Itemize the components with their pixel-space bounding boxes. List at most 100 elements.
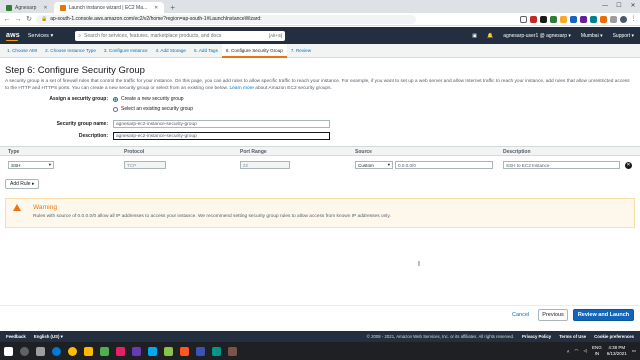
close-window-icon[interactable]: ✕ bbox=[626, 0, 640, 13]
star-icon[interactable] bbox=[520, 15, 527, 23]
extension-icon[interactable] bbox=[560, 15, 567, 23]
rule-type-select[interactable]: SSH ▾ bbox=[8, 161, 54, 169]
app-icon[interactable] bbox=[116, 346, 125, 356]
step-choose-instance-type[interactable]: 2. Choose Instance Type bbox=[41, 44, 100, 58]
nav-right: ▣ 🔔 agnesarp-user1 @ agnesarp ▾ Mumbai ▾… bbox=[472, 33, 634, 39]
table-row: SSH ▾ TCP 22 Custom ▾ 0.0.0.0/0 SSH to E… bbox=[0, 158, 640, 171]
url-field[interactable]: 🔒 ap-south-1.console.aws.amazon.com/ec2/… bbox=[36, 14, 416, 24]
feedback-link[interactable]: Feedback bbox=[6, 334, 26, 339]
tab-label: Launch instance wizard | EC2 Ma... bbox=[68, 4, 148, 11]
maximize-icon[interactable]: ☐ bbox=[612, 0, 626, 13]
support-menu[interactable]: Support ▾ bbox=[613, 33, 634, 39]
chrome-icon[interactable] bbox=[68, 346, 77, 356]
review-and-launch-button[interactable]: Review and Launch bbox=[573, 309, 634, 321]
wifi-icon[interactable]: ◠ bbox=[575, 348, 579, 354]
security-group-name-input[interactable]: agnesarp-ec2-instance-security-group bbox=[113, 120, 330, 128]
page-title: Step 6: Configure Security Group bbox=[5, 65, 145, 76]
tab-favicon-icon bbox=[59, 4, 66, 11]
windows-start-icon[interactable] bbox=[4, 346, 13, 356]
services-menu[interactable]: Services ▾ bbox=[28, 33, 53, 39]
search-icon[interactable] bbox=[20, 346, 29, 356]
radio-select-existing[interactable] bbox=[113, 106, 118, 112]
extension-icon[interactable] bbox=[530, 15, 537, 23]
privacy-policy-link[interactable]: Privacy Policy bbox=[522, 334, 551, 339]
notifications-icon[interactable]: 🔔 bbox=[487, 33, 493, 39]
step-choose-ami[interactable]: 1. Choose AMI bbox=[3, 44, 41, 58]
delete-rule-icon[interactable]: ✕ bbox=[625, 162, 632, 169]
cancel-button[interactable]: Cancel bbox=[512, 312, 529, 318]
rule-description-input[interactable]: SSH to EC2 Instance bbox=[503, 161, 620, 169]
notification-center-icon[interactable]: ▭ bbox=[632, 348, 636, 354]
app-icon[interactable] bbox=[148, 346, 157, 356]
back-icon[interactable]: ← bbox=[3, 16, 11, 23]
step-review[interactable]: 7. Review bbox=[287, 44, 315, 58]
radio-create-new-label[interactable]: Create a new security group bbox=[121, 96, 184, 102]
edge-icon[interactable] bbox=[52, 346, 61, 356]
app-icon[interactable] bbox=[100, 346, 109, 356]
col-type: Type bbox=[8, 149, 20, 155]
region-menu[interactable]: Mumbai ▾ bbox=[581, 33, 603, 39]
extension-icon[interactable] bbox=[580, 15, 587, 23]
file-explorer-icon[interactable] bbox=[84, 346, 93, 356]
add-rule-button[interactable]: Add Rule ▸ bbox=[5, 179, 40, 189]
search-placeholder: Search for services, features, marketpla… bbox=[84, 32, 222, 39]
profile-avatar-icon[interactable] bbox=[620, 15, 627, 23]
cloudshell-icon[interactable]: ▣ bbox=[472, 33, 477, 39]
global-search[interactable]: ⌕ Search for services, features, marketp… bbox=[75, 30, 286, 41]
app-icon[interactable] bbox=[212, 346, 221, 356]
forward-icon[interactable]: → bbox=[14, 16, 22, 23]
main-content: Step 6: Configure Security Group A secur… bbox=[0, 58, 640, 330]
learn-more-link[interactable]: Learn more bbox=[229, 86, 254, 91]
system-tray: ˄ ◠ ◁ ENG IN 4:38 PM 6/13/2021 ▭ bbox=[567, 345, 636, 357]
lang-code: ENG bbox=[591, 345, 602, 350]
close-tab-icon[interactable]: ✕ bbox=[154, 5, 158, 11]
language-selector[interactable]: English (US) ▾ bbox=[34, 334, 63, 340]
radio-select-existing-label[interactable]: Select an existing security group bbox=[121, 106, 193, 112]
security-group-description-input[interactable]: agnesarp-ec2-instance-security-group bbox=[113, 132, 330, 140]
previous-button[interactable]: Previous bbox=[538, 309, 568, 321]
app-icon[interactable] bbox=[180, 346, 189, 356]
extension-icon[interactable] bbox=[540, 15, 547, 23]
col-source: Source bbox=[355, 149, 372, 155]
menu-dots-icon[interactable]: ⋮ bbox=[630, 15, 637, 23]
app-icon[interactable] bbox=[164, 346, 173, 356]
aws-logo[interactable]: aws bbox=[6, 32, 20, 41]
app-icon[interactable] bbox=[228, 346, 237, 356]
step-configure-security-group[interactable]: 6. Configure Security Group bbox=[221, 43, 287, 58]
new-tab-button[interactable]: + bbox=[164, 2, 181, 13]
account-menu[interactable]: agnesarp-user1 @ agnesarp ▾ bbox=[503, 33, 571, 39]
minimize-icon[interactable]: — bbox=[598, 0, 612, 13]
console-footer: Feedback English (US) ▾ © 2008 - 2021, A… bbox=[0, 331, 640, 342]
puzzle-icon[interactable] bbox=[610, 15, 617, 23]
rule-type-value: SSH bbox=[11, 162, 21, 168]
browser-tab-active[interactable]: Launch instance wizard | EC2 Ma... ✕ bbox=[53, 2, 165, 13]
page-description: A security group is a set of firewall ru… bbox=[5, 78, 635, 92]
warning-text: Rules with source of 0.0.0.0/0 allow all… bbox=[33, 214, 391, 219]
terms-of-use-link[interactable]: Terms of Use bbox=[559, 334, 586, 339]
step-configure-instance[interactable]: 3. Configure Instance bbox=[100, 44, 152, 58]
radio-create-new[interactable] bbox=[113, 96, 118, 102]
clock-time: 4:38 PM bbox=[608, 345, 626, 350]
browser-tab[interactable]: Agnesarp ✕ bbox=[0, 2, 54, 13]
chevron-up-icon[interactable]: ˄ bbox=[567, 349, 570, 354]
assign-row: Assign a security group: Create a new se… bbox=[0, 96, 184, 102]
col-protocol: Protocol bbox=[124, 149, 145, 155]
input-language[interactable]: ENG IN bbox=[592, 345, 602, 357]
reload-icon[interactable]: ↻ bbox=[25, 15, 33, 23]
app-icon[interactable] bbox=[196, 346, 205, 356]
volume-icon[interactable]: ◁ bbox=[583, 348, 586, 354]
extension-icon[interactable] bbox=[570, 15, 577, 23]
cookie-preferences-link[interactable]: Cookie preferences bbox=[594, 334, 634, 339]
footer-right: © 2008 - 2021, Amazon Web Services, Inc.… bbox=[367, 334, 634, 339]
step-add-tags[interactable]: 5. Add Tags bbox=[190, 44, 222, 58]
close-tab-icon[interactable]: ✕ bbox=[43, 5, 47, 11]
extension-icon[interactable] bbox=[590, 15, 597, 23]
rule-source-select[interactable]: Custom ▾ bbox=[355, 161, 393, 169]
step-add-storage[interactable]: 4. Add Storage bbox=[152, 44, 190, 58]
extension-icon[interactable] bbox=[550, 15, 557, 23]
system-clock[interactable]: 4:38 PM 6/13/2021 bbox=[607, 345, 627, 357]
app-icon[interactable] bbox=[132, 346, 141, 356]
task-view-icon[interactable] bbox=[36, 346, 45, 356]
extension-icon[interactable] bbox=[600, 15, 607, 23]
rule-source-input[interactable]: 0.0.0.0/0 bbox=[395, 161, 493, 169]
